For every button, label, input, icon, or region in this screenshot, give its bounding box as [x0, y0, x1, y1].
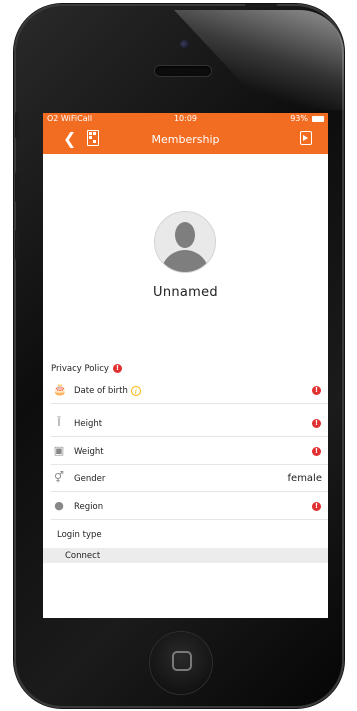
privacy-policy-label: Privacy Policy [51, 364, 109, 374]
cake-icon: 🎂 [53, 383, 67, 396]
earpiece-speaker [155, 66, 211, 76]
field-row-region[interactable]: ● Region ! [51, 493, 328, 520]
connect-label: Connect [65, 551, 101, 561]
avatar-head [175, 222, 195, 248]
alert-icon: ! [312, 502, 321, 511]
gender-value: female [287, 473, 322, 484]
field-row-height[interactable]: Ī Height ! [51, 410, 328, 437]
privacy-policy-heading[interactable]: Privacy Policy! [51, 363, 122, 375]
battery-icon [312, 116, 324, 122]
status-bar: O2 WiFiCall 10:09 93% [43, 113, 328, 125]
login-type-heading: Login type [57, 530, 102, 540]
mute-switch [15, 112, 19, 138]
field-label-text: Date of birth [74, 386, 128, 396]
battery-percent: 93% [290, 114, 308, 123]
avatar-body [161, 250, 209, 272]
connect-row[interactable]: Connect [43, 548, 328, 563]
info-icon[interactable]: i [130, 385, 141, 396]
location-pin-icon: ● [54, 499, 64, 512]
height-icon: Ī [57, 416, 61, 429]
avatar[interactable] [154, 211, 216, 273]
volume-up-button [15, 172, 19, 202]
nav-bar: ❮ Membership [43, 125, 328, 154]
field-label: Gender [74, 474, 106, 484]
alert-icon: ! [312, 447, 321, 456]
field-label: Region [74, 502, 104, 512]
profile-name: Unnamed [153, 285, 218, 300]
volume-down-button [15, 230, 19, 260]
page-title: Membership [151, 133, 220, 146]
glare [174, 10, 344, 110]
field-row-date-of-birth[interactable]: 🎂 Date of birth i ! [51, 377, 328, 404]
status-time: 10:09 [173, 114, 198, 123]
field-label: Weight [74, 447, 104, 457]
scale-icon: ▣ [53, 444, 65, 457]
gender-icon: ⚥ [54, 471, 64, 484]
app-screen: O2 WiFiCall 10:09 93% ❮ Membership Unnam… [43, 113, 328, 618]
power-button [245, 4, 277, 7]
field-row-weight[interactable]: ▣ Weight ! [51, 438, 328, 465]
exit-icon[interactable] [300, 131, 312, 145]
field-label: Height [74, 419, 103, 429]
front-camera [180, 40, 189, 49]
home-button-icon [172, 651, 192, 671]
alert-icon: ! [312, 419, 321, 428]
alert-icon: ! [112, 364, 122, 373]
field-row-gender[interactable]: ⚥ Gender female [51, 465, 328, 492]
alert-icon: ! [312, 386, 321, 395]
field-label: Date of birth i [74, 385, 141, 397]
